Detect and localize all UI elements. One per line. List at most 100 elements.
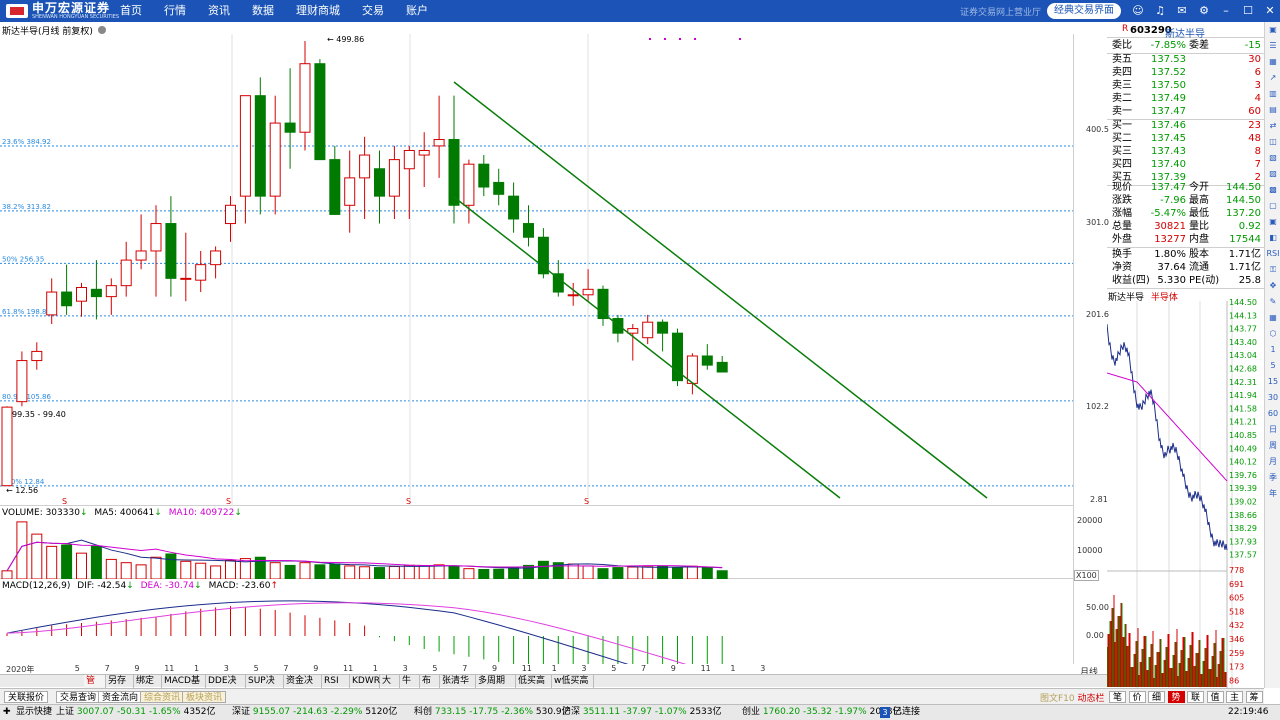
menu-trade[interactable]: 交易	[362, 0, 384, 22]
indicator-tab[interactable]: 低买高卖	[516, 675, 552, 699]
volume-bar	[210, 565, 222, 580]
toolbar-stack-icon[interactable]: ▩	[1265, 182, 1280, 198]
toolbar-move-icon[interactable]: ✥	[1265, 278, 1280, 294]
time-tick: 9	[313, 664, 319, 673]
toolbar-box-icon[interactable]: ▢	[1265, 198, 1280, 214]
quote-key: 卖四	[1112, 67, 1132, 78]
volume-bar	[299, 562, 311, 580]
headset-icon[interactable]: ♫	[1152, 2, 1168, 20]
toolbar-bar-icon[interactable]: ▥	[1265, 86, 1280, 102]
toolbar-table-icon[interactable]: ▧	[1265, 150, 1280, 166]
menu-quotes[interactable]: 行情	[164, 0, 186, 22]
intraday-chart[interactable]: 斯达半导 半导体 144.50 144.13 143.77 143.40 143.04 1…	[1106, 288, 1264, 689]
toolbar-rsi-icon[interactable]: RSI	[1265, 246, 1280, 262]
capital-flow-button[interactable]: 资金流向	[98, 691, 143, 703]
index-quote[interactable]: 上证 3007.07 -50.31 -1.65% 4352亿	[56, 705, 216, 720]
intraday-price-label: 142.31	[1229, 378, 1257, 387]
maximize-icon[interactable]: ☐	[1240, 2, 1256, 20]
indicator-tab[interactable]: 牛股	[400, 675, 420, 699]
logo-text: 申万宏源证券	[32, 0, 111, 15]
toolbar-page-icon[interactable]: ▨	[1265, 166, 1280, 182]
right-tab[interactable]: 筹	[1245, 691, 1263, 703]
toolbar-window-icon[interactable]: ◫	[1265, 134, 1280, 150]
toolbar-fifteen-icon[interactable]: 15	[1265, 374, 1280, 390]
right-tab[interactable]: 价	[1128, 691, 1146, 703]
indicator-tab[interactable]: w低买高卖	[552, 675, 594, 699]
indicator-tab[interactable]: 布林	[420, 675, 440, 699]
shortcut-icon[interactable]: ✚	[3, 705, 11, 720]
f10-link[interactable]: 图文F10 动态栏	[1040, 691, 1105, 704]
toolbar-doc-icon[interactable]: ▤	[1265, 102, 1280, 118]
close-icon[interactable]: ✕	[1262, 2, 1278, 20]
toolbar-trend-icon[interactable]: ↗	[1265, 70, 1280, 86]
status-bar: ✚ 显示快捷 上证 3007.07 -50.31 -1.65% 4352亿 深证 …	[0, 704, 1280, 720]
indicator-tab[interactable]: 另存为	[106, 675, 134, 699]
toolbar-pattern-icon[interactable]: ▦	[1265, 310, 1280, 326]
right-tab[interactable]: 细	[1148, 691, 1165, 703]
toolbar-lock-icon[interactable]: ⚿	[1265, 262, 1280, 278]
trade-query-button[interactable]: 交易查询	[56, 691, 101, 703]
menu-data[interactable]: 数据	[252, 0, 274, 22]
right-tab[interactable]: 势	[1167, 691, 1185, 703]
classic-trade-button[interactable]: 经典交易界面	[1047, 3, 1121, 19]
right-tab[interactable]: 主	[1226, 691, 1243, 703]
menu-account[interactable]: 账户	[406, 0, 428, 22]
intraday-price-label: 140.12	[1229, 458, 1257, 467]
intraday-sector[interactable]: 半导体	[1151, 293, 1178, 303]
indicator-tab[interactable]: RSI 55	[322, 675, 350, 699]
quote-row: 买三 137.43 8	[1112, 146, 1262, 158]
toolbar-day-icon[interactable]: 日	[1265, 422, 1280, 438]
toolbar-sixty-icon[interactable]: 60	[1265, 406, 1280, 422]
news-button[interactable]: 综合资讯	[140, 691, 185, 703]
indicator-tab[interactable]: DDE决策	[206, 675, 246, 699]
menu-home[interactable]: 首页	[120, 0, 142, 22]
user-icon[interactable]: ☺	[1130, 2, 1146, 20]
menu-wealth-mall[interactable]: 理财商城	[296, 0, 340, 22]
toolbar-chart-icon[interactable]: ▣	[1265, 22, 1280, 38]
indicator-tab[interactable]: 绑定到	[134, 675, 162, 699]
right-tab[interactable]: 笔	[1109, 691, 1126, 703]
indicator-tab[interactable]: KDWR	[350, 675, 380, 688]
index-quote[interactable]: 科创 733.15 -17.75 -2.36% 530.9亿	[414, 705, 571, 720]
volume-bar	[642, 566, 654, 580]
index-quote[interactable]: 深证 9155.07 -214.63 -2.29% 5120亿	[232, 705, 397, 720]
toolbar-week-icon[interactable]: 周	[1265, 438, 1280, 454]
toolbar-compare-icon[interactable]: ⇄	[1265, 118, 1280, 134]
toolbar-year-icon[interactable]: 年	[1265, 486, 1280, 502]
toolbar-quarter-icon[interactable]: 季	[1265, 470, 1280, 486]
mail-icon[interactable]: ✉	[1174, 2, 1190, 20]
linked-quote-button[interactable]: 关联报价	[4, 691, 49, 703]
menu-news[interactable]: 资讯	[208, 0, 230, 22]
shortcut-label[interactable]: 显示快捷	[16, 705, 52, 720]
quote-key: 买二	[1112, 133, 1132, 144]
toolbar-five-icon[interactable]: 5	[1265, 358, 1280, 374]
index-quote[interactable]: 沪深 3511.11 -37.97 -1.07% 2533亿	[562, 705, 722, 720]
indicator-tab[interactable]: 张清华量	[440, 675, 476, 699]
minimize-icon[interactable]: –	[1218, 2, 1234, 20]
volume-label: VOLUME: 303330	[2, 508, 80, 518]
quote-value2: 48	[1248, 133, 1261, 144]
toolbar-split-icon[interactable]: ◧	[1265, 230, 1280, 246]
toolbar-list-icon[interactable]: ☰	[1265, 38, 1280, 54]
chart-settings-icon[interactable]	[97, 26, 106, 34]
toolbar-pen-icon[interactable]: ✎	[1265, 294, 1280, 310]
toolbar-month-icon[interactable]: 月	[1265, 454, 1280, 470]
toolbar-grid-icon[interactable]: ▦	[1265, 54, 1280, 70]
index-quote[interactable]: 创业 1760.20 -35.32 -1.97% 2098亿	[742, 705, 902, 720]
indicator-tab[interactable]: SUP决策	[246, 675, 284, 699]
indicator-tab[interactable]: 管理	[84, 675, 106, 699]
right-tab[interactable]: 值	[1206, 691, 1224, 703]
macd-chart[interactable]	[0, 580, 1073, 694]
indicator-tab[interactable]: 资金决策	[284, 675, 322, 699]
toolbar-thirty-icon[interactable]: 30	[1265, 390, 1280, 406]
right-tab[interactable]: 联	[1187, 691, 1204, 703]
toolbar-draw-icon[interactable]: ⬡	[1265, 326, 1280, 342]
indicator-tab[interactable]: MACD基本	[162, 675, 206, 699]
toolbar-frame-icon[interactable]: ▣	[1265, 214, 1280, 230]
toolbar-one-icon[interactable]: 1	[1265, 342, 1280, 358]
indicator-tab[interactable]: 大盘	[380, 675, 400, 699]
sector-news-button[interactable]: 板块资讯	[182, 691, 227, 703]
indicator-tab[interactable]: 多周期KD	[476, 675, 516, 699]
settings-icon[interactable]: ⚙	[1196, 2, 1212, 20]
price-chart[interactable]: 23.6% 384.92 38.2% 313.82 50% 256.35 61.8% …	[0, 34, 1073, 506]
